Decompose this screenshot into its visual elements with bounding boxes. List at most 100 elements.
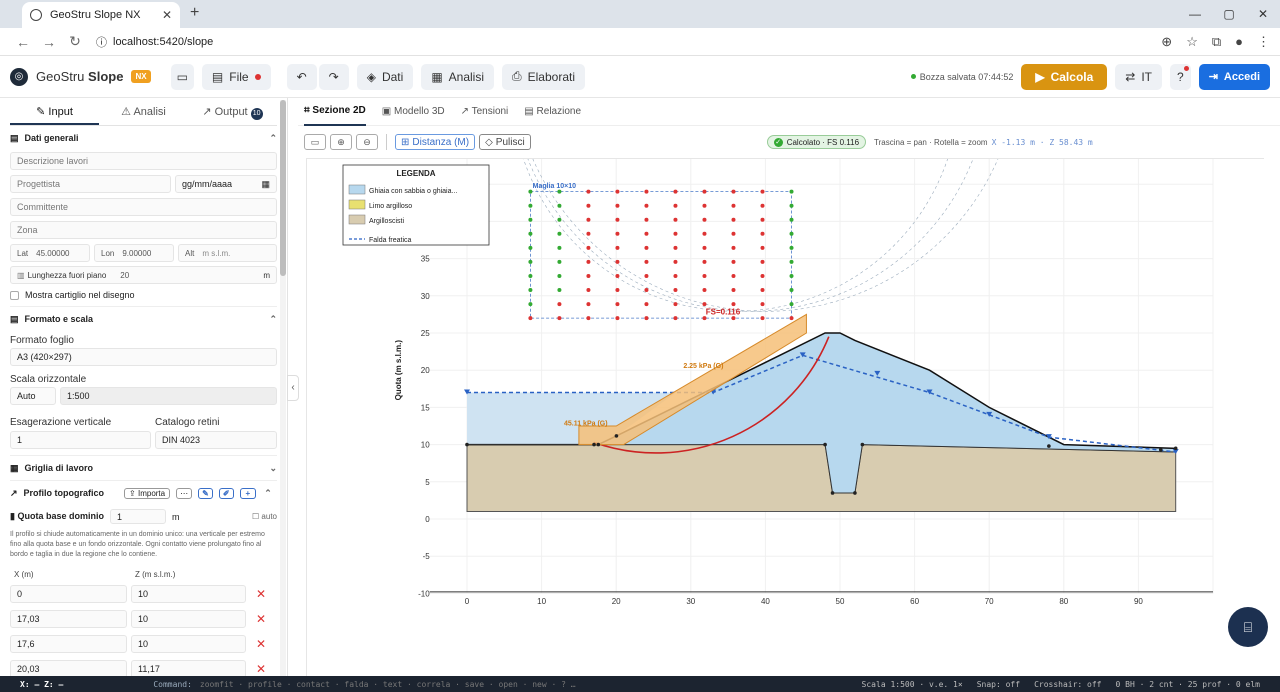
url-field[interactable]: ⓘ localhost:5420/slope — [96, 34, 213, 50]
more-button[interactable]: ⋯ — [176, 487, 193, 499]
minimize-icon[interactable]: — — [1178, 0, 1212, 28]
grid-point — [760, 316, 765, 321]
add-point-button[interactable]: + — [239, 487, 257, 499]
tab-sezione-2d[interactable]: ⌗ Sezione 2D — [304, 98, 366, 126]
date-input[interactable]: gg/mm/aaaa ▦ — [175, 175, 277, 193]
zoom-out-icon[interactable]: ⊖ — [356, 134, 378, 150]
zoom-icon[interactable]: ⊕ — [1161, 34, 1172, 50]
site-info-icon[interactable]: ⓘ — [96, 34, 107, 50]
tab-output[interactable]: ↗ Output 10 — [188, 98, 277, 125]
delete-row-icon[interactable]: ✕ — [256, 612, 266, 626]
dati-generali-header[interactable]: ▤ Dati generali ⌃ — [10, 126, 277, 150]
sidebar-toggle-button[interactable]: ▭ — [170, 63, 194, 90]
delete-row-icon[interactable]: ✕ — [256, 587, 266, 601]
z-input[interactable]: 10 — [131, 585, 246, 603]
forward-icon[interactable]: → — [36, 34, 62, 50]
tab-analisi[interactable]: ⚠ Analisi — [99, 98, 188, 125]
command-input[interactable]: zoomfit · profile · contact · falda · te… — [200, 680, 576, 689]
descrizione-input[interactable]: Descrizione lavori — [10, 152, 277, 170]
section-canvas[interactable]: 0102030405060708090-10-50510152025303540… — [306, 0, 1265, 677]
grid-point — [760, 273, 765, 278]
url-text: localhost:5420/slope — [113, 35, 214, 48]
griglia-header[interactable]: ▦ Griglia di lavoro ⌄ — [10, 456, 277, 480]
dati-menu-button[interactable]: ◈ Dati — [356, 63, 414, 90]
extensions-icon[interactable]: ⧉ — [1212, 34, 1221, 50]
lon-field[interactable]: Lon 9.00000 — [94, 244, 174, 262]
distanza-button[interactable]: ⊞ Distanza (M) — [395, 134, 476, 150]
profile-vertex — [465, 442, 469, 447]
calendar-icon[interactable]: ▦ — [261, 179, 270, 190]
grid-point — [528, 273, 533, 278]
zoom-in-icon[interactable]: ⊕ — [330, 134, 352, 150]
fit-icon[interactable]: ▭ — [304, 134, 326, 150]
lat-field[interactable]: Lat 45.00000 — [10, 244, 90, 262]
help-button[interactable]: ? — [1170, 63, 1191, 90]
undo-button[interactable]: ↶ — [286, 63, 317, 90]
close-icon[interactable]: ✕ — [162, 8, 172, 22]
legend-swatch — [348, 184, 366, 195]
grid-point — [615, 217, 620, 222]
section-plot[interactable]: 0102030405060708090-10-50510152025303540… — [307, 0, 1265, 677]
auto-checkbox[interactable]: ☐ auto — [252, 512, 277, 521]
z-input[interactable]: 10 — [131, 610, 246, 628]
tab-modello-3d[interactable]: ▣ Modello 3D — [382, 106, 445, 117]
grid-point — [528, 217, 533, 222]
login-icon: ⇥ — [1208, 71, 1218, 83]
zona-input[interactable]: Zona — [10, 221, 277, 239]
pulisci-button[interactable]: ◇ Pulisci — [479, 134, 531, 150]
tab-tensioni[interactable]: ↗ Tensioni — [461, 106, 509, 117]
cartiglio-checkbox-row[interactable]: Mostra cartiglio nel disegno — [10, 290, 277, 300]
grid-point — [673, 231, 678, 236]
elaborati-menu-button[interactable]: ⎙ Elaborati — [502, 63, 585, 90]
delete-row-icon[interactable]: ✕ — [256, 637, 266, 651]
tab-input[interactable]: ✎ Input — [10, 98, 99, 125]
formato-header[interactable]: ▤ Formato e scala ⌃ — [10, 307, 277, 331]
new-tab-icon[interactable]: + — [190, 4, 199, 22]
calcola-button[interactable]: ▶ Calcola — [1021, 63, 1108, 90]
scrollbar-thumb[interactable] — [280, 100, 286, 276]
formato-select[interactable]: A3 (420×297) — [10, 348, 277, 366]
assistant-fab[interactable]: ⌸ — [1228, 607, 1268, 647]
browser-tab[interactable]: GeoStru Slope NX ✕ — [22, 2, 180, 28]
back-icon[interactable]: ← — [10, 34, 36, 50]
edit-button[interactable]: ✎ — [198, 487, 213, 499]
quota-input[interactable]: 1 — [109, 509, 166, 524]
esag-input[interactable]: 1 — [10, 431, 151, 449]
file-menu-button[interactable]: ▤ File — [201, 63, 271, 90]
progettista-input[interactable]: Progettista — [10, 175, 171, 193]
grid-point — [702, 273, 707, 278]
tab-relazione[interactable]: ▤ Relazione — [524, 106, 581, 117]
draw-button[interactable]: ✐ — [218, 487, 234, 499]
x-input[interactable]: 20,03 — [10, 660, 127, 676]
x-input[interactable]: 0 — [10, 585, 127, 603]
sidebar-scrollbar[interactable] — [280, 100, 286, 676]
cartiglio-checkbox[interactable] — [10, 290, 19, 300]
catalogo-select[interactable]: DIN 4023 — [155, 431, 277, 449]
close-window-icon[interactable]: ✕ — [1246, 0, 1280, 28]
profile-icon[interactable]: ● — [1235, 34, 1243, 50]
alt-field[interactable]: Alt m s.l.m. — [178, 244, 277, 262]
importa-button[interactable]: ⇪ Importa — [124, 487, 171, 499]
analisi-menu-button[interactable]: ▦ Analisi — [421, 63, 495, 90]
committente-input[interactable]: Committente — [10, 198, 277, 216]
x-input[interactable]: 17,03 — [10, 610, 127, 628]
z-input[interactable]: 11,17 — [131, 660, 246, 676]
accedi-button[interactable]: ⇥ Accedi — [1198, 63, 1270, 90]
lunghezza-field[interactable]: ▥ Lunghezza fuori piano 20 m — [10, 266, 277, 284]
x-input[interactable]: 17,6 — [10, 635, 127, 653]
menu-icon[interactable]: ⋮ — [1257, 34, 1270, 50]
grid-point — [557, 217, 562, 222]
delete-row-icon[interactable]: ✕ — [256, 662, 266, 676]
grid-point — [673, 189, 678, 194]
snap-toggle[interactable]: Snap: off — [977, 680, 1020, 689]
crosshair-toggle[interactable]: Crosshair: off — [1034, 680, 1101, 689]
language-button[interactable]: ⇄ IT — [1115, 63, 1163, 90]
grid-point — [644, 259, 649, 264]
browser-tabbar: GeoStru Slope NX ✕ + — ▢ ✕ — [0, 0, 1280, 28]
reload-icon[interactable]: ↻ — [62, 33, 88, 50]
maximize-icon[interactable]: ▢ — [1212, 0, 1246, 28]
redo-button[interactable]: ↷ — [318, 63, 349, 90]
z-input[interactable]: 10 — [131, 635, 246, 653]
star-icon[interactable]: ☆ — [1186, 34, 1198, 50]
scala-mode-select[interactable]: Auto — [10, 387, 56, 405]
